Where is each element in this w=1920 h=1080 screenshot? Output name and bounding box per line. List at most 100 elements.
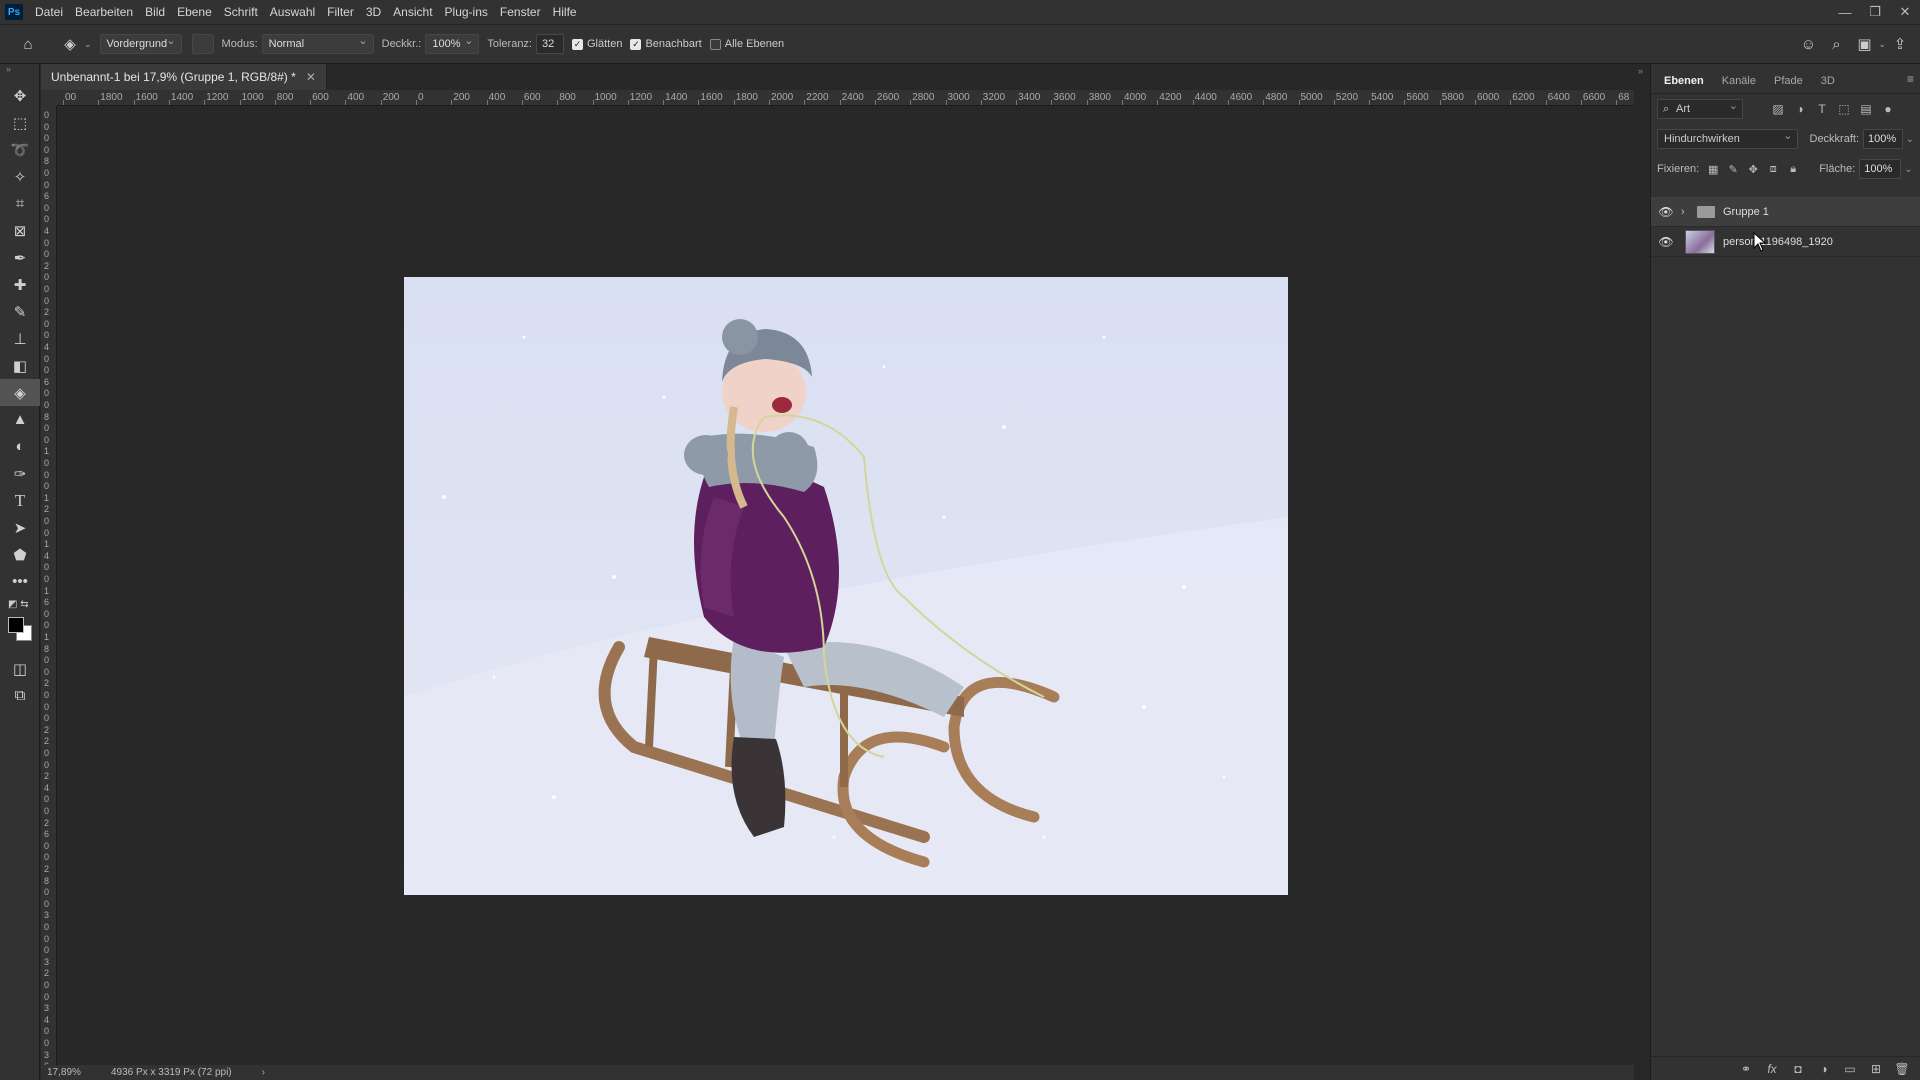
- brush-tool-icon[interactable]: ✎: [0, 298, 40, 325]
- minimize-icon[interactable]: —: [1830, 0, 1860, 24]
- link-layers-icon[interactable]: ⚭: [1733, 1059, 1759, 1079]
- filter-smartobject-icon[interactable]: ▤: [1855, 99, 1877, 119]
- share-icon[interactable]: ⇪: [1886, 30, 1914, 58]
- opacity-field[interactable]: 100%: [425, 32, 480, 54]
- menu-bearbeiten[interactable]: Bearbeiten: [69, 0, 139, 24]
- menu-datei[interactable]: Datei: [29, 0, 69, 24]
- layer-opacity-field[interactable]: 100%: [1863, 129, 1903, 149]
- filter-shape-icon[interactable]: ⬚: [1833, 99, 1855, 119]
- quick-mask-icon[interactable]: ◫: [0, 655, 40, 682]
- add-mask-icon[interactable]: ◘: [1785, 1059, 1811, 1079]
- type-tool-icon[interactable]: T: [0, 487, 40, 514]
- all-layers-checkbox[interactable]: Alle Ebenen: [709, 38, 784, 50]
- pattern-picker[interactable]: [191, 34, 214, 54]
- tab-3d[interactable]: 3D: [1812, 69, 1844, 93]
- panel-menu-icon[interactable]: ≡: [1907, 72, 1914, 86]
- chevron-right-icon[interactable]: ›: [262, 1067, 265, 1078]
- delete-layer-icon[interactable]: 🗑︎: [1889, 1059, 1915, 1079]
- lock-all-icon[interactable]: 🔒︎: [1783, 159, 1803, 179]
- move-tool-icon[interactable]: ✥: [0, 82, 40, 109]
- layer-name[interactable]: person-1196498_1920: [1723, 236, 1833, 248]
- dodge-tool-icon[interactable]: ◐: [0, 433, 40, 460]
- chevron-down-icon[interactable]: ⌄: [1904, 164, 1912, 175]
- chevron-right-icon[interactable]: ›: [1681, 206, 1693, 218]
- healing-brush-tool-icon[interactable]: ✚: [0, 271, 40, 298]
- screen-mode-icon[interactable]: ⧉: [0, 682, 40, 709]
- filter-pixel-icon[interactable]: ▨: [1767, 99, 1789, 119]
- document-tab[interactable]: Unbenannt-1 bei 17,9% (Gruppe 1, RGB/8#)…: [41, 64, 327, 90]
- restore-icon[interactable]: ❐: [1860, 0, 1890, 24]
- close-icon[interactable]: ✕: [306, 70, 316, 84]
- workspace-icon[interactable]: ▣: [1850, 30, 1878, 58]
- paint-bucket-tool-icon[interactable]: ◈: [0, 379, 40, 406]
- document-image[interactable]: [404, 277, 1288, 895]
- foreground-color-swatch[interactable]: [8, 617, 24, 633]
- filter-toggle-icon[interactable]: ●: [1877, 99, 1899, 119]
- fill-source-dropdown[interactable]: Vordergrund: [99, 32, 182, 54]
- menu-plugins[interactable]: Plug-ins: [439, 0, 494, 24]
- lasso-tool-icon[interactable]: ➰: [0, 136, 40, 163]
- mode-dropdown[interactable]: Normal: [261, 32, 374, 54]
- layer-filter-dropdown[interactable]: ⌕ Art: [1657, 97, 1743, 119]
- eye-icon[interactable]: 👁︎: [1651, 205, 1681, 219]
- toolbar-collapse-icon[interactable]: »: [0, 64, 39, 82]
- eye-icon[interactable]: 👁︎: [1651, 235, 1681, 249]
- adjustment-layer-icon[interactable]: ◑: [1811, 1059, 1837, 1079]
- shape-tool-icon[interactable]: ⬟: [0, 541, 40, 568]
- sharpen-tool-icon[interactable]: ▲: [0, 406, 40, 433]
- menu-filter[interactable]: Filter: [321, 0, 360, 24]
- ruler-origin[interactable]: [41, 90, 57, 106]
- antialias-checkbox[interactable]: ✓ Glätten: [572, 38, 622, 50]
- tab-kanaele[interactable]: Kanäle: [1713, 69, 1765, 93]
- new-group-icon[interactable]: ▭: [1837, 1059, 1863, 1079]
- eraser-tool-icon[interactable]: ◧: [0, 352, 40, 379]
- chevron-down-icon[interactable]: ⌄: [1906, 134, 1914, 145]
- lock-transparency-icon[interactable]: ▦: [1703, 159, 1723, 179]
- menu-schrift[interactable]: Schrift: [218, 0, 264, 24]
- ruler-tick: [486, 100, 488, 105]
- layer-fill-field[interactable]: 100%: [1859, 159, 1902, 179]
- ruler-label: 8: [44, 411, 50, 422]
- layer-row-group[interactable]: 👁︎ › Gruppe 1: [1651, 197, 1920, 227]
- zoom-level[interactable]: 17,89%: [41, 1067, 81, 1078]
- contiguous-checkbox[interactable]: ✓ Benachbart: [630, 38, 702, 50]
- blend-mode-dropdown[interactable]: Hindurchwirken: [1657, 127, 1798, 149]
- tolerance-field[interactable]: 32: [536, 34, 564, 54]
- close-window-icon[interactable]: ✕: [1890, 0, 1920, 24]
- filter-type-icon[interactable]: T: [1811, 99, 1833, 119]
- learn-icon[interactable]: ☺: [1794, 30, 1822, 58]
- home-icon[interactable]: ⌂: [14, 30, 42, 58]
- search-icon[interactable]: ⌕: [1822, 30, 1850, 58]
- panel-collapse-icon[interactable]: »: [1634, 64, 1650, 76]
- lock-artboard-icon[interactable]: ⧈: [1763, 159, 1783, 179]
- menu-fenster[interactable]: Fenster: [494, 0, 547, 24]
- path-selection-tool-icon[interactable]: ➤: [0, 514, 40, 541]
- menu-hilfe[interactable]: Hilfe: [547, 0, 583, 24]
- tab-ebenen[interactable]: Ebenen: [1655, 69, 1713, 93]
- new-layer-icon[interactable]: ⊞: [1863, 1059, 1889, 1079]
- menu-3d[interactable]: 3D: [360, 0, 387, 24]
- crop-tool-icon[interactable]: ⌗: [0, 190, 40, 217]
- tab-pfade[interactable]: Pfade: [1765, 69, 1812, 93]
- marquee-tool-icon[interactable]: ⬚: [0, 109, 40, 136]
- lock-pixels-icon[interactable]: ✎: [1723, 159, 1743, 179]
- layer-name[interactable]: Gruppe 1: [1723, 206, 1769, 218]
- menu-bild[interactable]: Bild: [139, 0, 171, 24]
- layer-row-image[interactable]: 👁︎ person-1196498_1920: [1651, 227, 1920, 257]
- stamp-tool-icon[interactable]: ⊥: [0, 325, 40, 352]
- more-tools-icon[interactable]: •••: [0, 568, 40, 595]
- menu-ebene[interactable]: Ebene: [171, 0, 218, 24]
- swap-colors-icon[interactable]: ◩ ⇆: [8, 599, 29, 610]
- menu-auswahl[interactable]: Auswahl: [264, 0, 321, 24]
- eyedropper-tool-icon[interactable]: ✒: [0, 244, 40, 271]
- paint-bucket-preset-icon[interactable]: ◈: [56, 30, 84, 58]
- filter-adjustment-icon[interactable]: ◑: [1789, 99, 1811, 119]
- pen-tool-icon[interactable]: ✑: [0, 460, 40, 487]
- menu-ansicht[interactable]: Ansicht: [387, 0, 438, 24]
- lock-position-icon[interactable]: ✥: [1743, 159, 1763, 179]
- frame-tool-icon[interactable]: ⊠: [0, 217, 40, 244]
- layer-style-icon[interactable]: fx: [1759, 1059, 1785, 1079]
- vertical-ruler[interactable]: 0000800600400200020040060080010001200140…: [41, 106, 57, 1065]
- horizontal-ruler[interactable]: 00 1800 1600 1400 1200 1000 800 600 400 200 0 200 40…: [57, 90, 1634, 106]
- magic-wand-tool-icon[interactable]: ✧: [0, 163, 40, 190]
